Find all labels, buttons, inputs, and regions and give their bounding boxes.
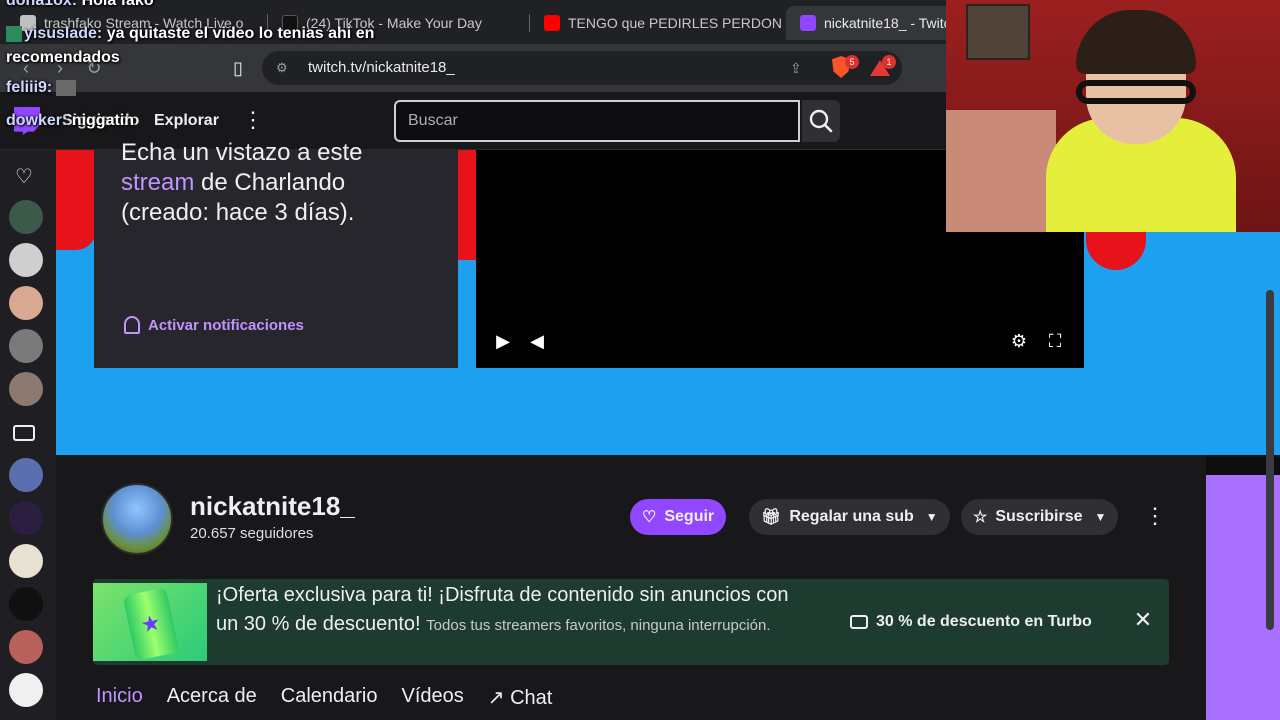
youtube-icon: [544, 15, 560, 31]
chat-message: dona1ox: Hola fako: [6, 0, 154, 10]
notifications-button[interactable]: Activar notificaciones: [124, 316, 304, 334]
notifications-label: Activar notificaciones: [148, 316, 304, 334]
tab-videos[interactable]: Vídeos: [402, 685, 464, 720]
followed-channel-avatar[interactable]: [9, 286, 43, 320]
brave-shields-count: 5: [845, 55, 859, 69]
offline-line-1: Echa un vistazo a este: [121, 139, 363, 166]
channel-page: Echa un vistazo a este stream de Charlan…: [56, 139, 1280, 720]
subscribe-label: Suscribirse: [995, 508, 1083, 525]
followed-channel-avatar[interactable]: [9, 243, 43, 277]
chevron-down-icon: ▼: [1094, 510, 1107, 524]
video-camera-icon: [13, 425, 35, 441]
chat-badge-icon: [6, 25, 22, 42]
banner-decoration: [1086, 230, 1146, 270]
chat-username: dona1ox:: [6, 0, 78, 9]
followed-channels-sidebar: ♡: [0, 150, 56, 720]
banner-decoration: [456, 150, 478, 260]
followed-channel-avatar[interactable]: [9, 200, 43, 234]
offline-line-2: de Charlando: [194, 169, 346, 196]
followed-channel-avatar[interactable]: [9, 372, 43, 406]
followed-channel-avatar[interactable]: [9, 329, 43, 363]
promo-text: ¡Oferta exclusiva para ti! ¡Disfruta de …: [216, 581, 816, 640]
rewards-count: 1: [882, 55, 896, 69]
offline-stream-link[interactable]: stream: [121, 169, 194, 196]
volume-icon[interactable]: ◀: [526, 330, 548, 352]
external-arrow-icon: ↗: [487, 687, 511, 709]
banner-decoration: [56, 150, 96, 250]
tab-title: TENGO que PEDIRLES PERDON -: [568, 15, 786, 31]
chat-username: yisuslade:: [24, 25, 103, 42]
chevron-down-icon: ▼: [925, 510, 938, 524]
chat-message: feliii9:: [6, 79, 77, 97]
ticket-icon: [850, 615, 868, 629]
headphones: [1076, 80, 1196, 104]
twitch-favicon-icon: [800, 15, 816, 31]
offline-line-3: (creado: hace 3 días).: [121, 199, 355, 226]
channel-avatar[interactable]: [101, 483, 173, 555]
share-icon[interactable]: ⇪: [790, 60, 806, 76]
nav-browse[interactable]: Explorar: [154, 112, 219, 130]
tab-about[interactable]: Acerca de: [167, 685, 257, 720]
more-options-icon[interactable]: ⋮: [1144, 505, 1166, 529]
tab-title: nickatnite18_ - Twitc: [824, 15, 951, 31]
streamer-webcam: [946, 0, 1280, 232]
search-box: [394, 100, 800, 142]
promo-description: Todos tus streamers favoritos, ninguna i…: [426, 617, 771, 634]
followed-channel-avatar[interactable]: [9, 673, 43, 707]
tab-chat-label: Chat: [510, 687, 553, 709]
turbo-promo-banner: ★ ¡Oferta exclusiva para ti! ¡Disfruta d…: [93, 579, 1169, 665]
gift-sub-button[interactable]: 🎁︎ Regalar una sub ▼: [749, 499, 950, 535]
search-icon: [809, 109, 833, 133]
heart-icon: ♡: [642, 509, 657, 526]
fullscreen-icon[interactable]: ⛶: [1044, 330, 1066, 352]
heart-icon[interactable]: ♡: [12, 164, 36, 188]
gift-sub-label: Regalar una sub: [789, 508, 914, 525]
browser-tab-youtube[interactable]: TENGO que PEDIRLES PERDON -: [530, 6, 786, 40]
chat-message: yisuslade: ya quitaste el video lo tenia…: [6, 22, 426, 70]
webcam-bed: [946, 110, 1056, 232]
subscribe-button[interactable]: ☆ Suscribirse ▼: [961, 499, 1119, 535]
settings-gear-icon[interactable]: ⚙: [1008, 330, 1030, 352]
tab-chat[interactable]: ↗ Chat: [488, 685, 553, 720]
wall-poster: [966, 4, 1030, 60]
more-menu-icon[interactable]: ⋮: [242, 109, 264, 132]
page-scrollbar[interactable]: [1266, 290, 1274, 630]
play-icon[interactable]: ▶: [492, 330, 514, 352]
followed-channel-avatar[interactable]: [9, 458, 43, 492]
chat-username: feliii9:: [6, 79, 53, 96]
offline-card: Echa un vistazo a este stream de Charlan…: [94, 139, 458, 368]
screen: trashfako Stream - Watch Live o (24) Tik…: [0, 0, 1280, 720]
follower-count: 20.657 seguidores: [190, 525, 314, 542]
chat-text: niggatin: [71, 112, 135, 129]
turbo-discount-button[interactable]: 30 % de descuento en Turbo: [850, 613, 1092, 631]
followed-channel-avatar[interactable]: [9, 587, 43, 621]
channel-info-panel: nickatnite18_ 20.657 seguidores ♡ Seguir…: [56, 455, 1206, 720]
chat-message: dowker: niggatin: [6, 112, 134, 130]
search-input[interactable]: [396, 102, 798, 140]
emote-icon: [56, 79, 77, 96]
channel-tabs: Inicio Acerca de Calendario Vídeos ↗ Cha…: [96, 685, 552, 720]
search-button[interactable]: [802, 100, 840, 142]
tab-home[interactable]: Inicio: [96, 685, 143, 720]
star-icon: ☆: [973, 509, 988, 526]
chat-text: Hola fako: [81, 0, 154, 9]
followed-channel-avatar[interactable]: [9, 630, 43, 664]
channel-name: nickatnite18_: [190, 491, 355, 521]
tab-schedule[interactable]: Calendario: [281, 685, 378, 720]
followed-channel-avatar[interactable]: [9, 544, 43, 578]
followed-channel-avatar[interactable]: [9, 501, 43, 535]
turbo-can: ★: [122, 587, 180, 661]
star-icon: ★: [138, 609, 164, 638]
bell-icon: [124, 316, 140, 334]
offline-message: Echa un vistazo a este stream de Charlan…: [121, 138, 441, 228]
follow-label: Seguir: [664, 508, 715, 525]
close-icon[interactable]: ✕: [1132, 609, 1154, 631]
turbo-discount-label: 30 % de descuento en Turbo: [876, 613, 1092, 630]
chat-username: dowker:: [6, 112, 68, 129]
gift-icon: 🎁︎: [761, 509, 782, 526]
turbo-can-image: ★: [93, 583, 207, 661]
browser-tab-twitch[interactable]: nickatnite18_ - Twitc: [786, 6, 956, 40]
follow-button[interactable]: ♡ Seguir: [630, 499, 727, 535]
